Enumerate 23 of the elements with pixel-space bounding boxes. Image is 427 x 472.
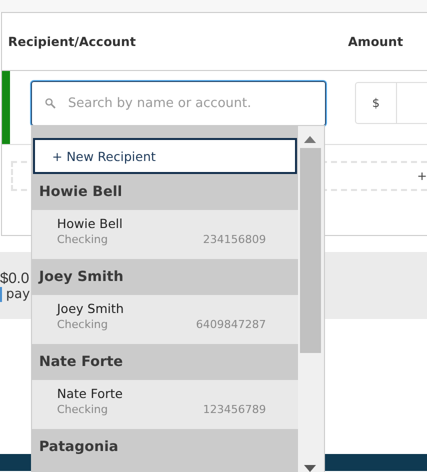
recipient-name: Howie Bell	[57, 216, 124, 231]
column-header: Amount	[348, 34, 404, 49]
scroll-up-icon[interactable]	[304, 136, 316, 143]
account-type: Checking	[57, 318, 108, 331]
total-amount: $0.0	[0, 270, 30, 286]
account-number: 123456789	[203, 403, 266, 416]
account-number: 234156809	[203, 233, 266, 246]
recipient-name: Nate Forte	[57, 386, 124, 401]
recipient-option[interactable]: Nate Forte Checking 123456789	[32, 380, 298, 429]
account-type: Checking	[57, 233, 108, 246]
amount-field[interactable]	[397, 82, 427, 124]
currency-symbol: $	[355, 82, 397, 124]
new-recipient-button[interactable]: + New Recipient	[33, 138, 297, 174]
search-field[interactable]: Search by name or account.	[31, 81, 326, 126]
add-row-label: +	[416, 169, 427, 183]
recipient-option[interactable]: Joey Smith Checking 6409847287	[32, 295, 298, 344]
scroll-down-icon[interactable]	[304, 465, 316, 472]
account-type: Checking	[57, 403, 108, 416]
scrollbar-thumb[interactable]	[300, 148, 320, 353]
account-number: 6409847287	[196, 318, 266, 331]
recipient-name: Joey Smith	[57, 301, 125, 316]
recipient-option[interactable]: Howie Bell Checking 234156809	[32, 210, 298, 259]
column-header: Recipient/Account	[7, 34, 137, 49]
